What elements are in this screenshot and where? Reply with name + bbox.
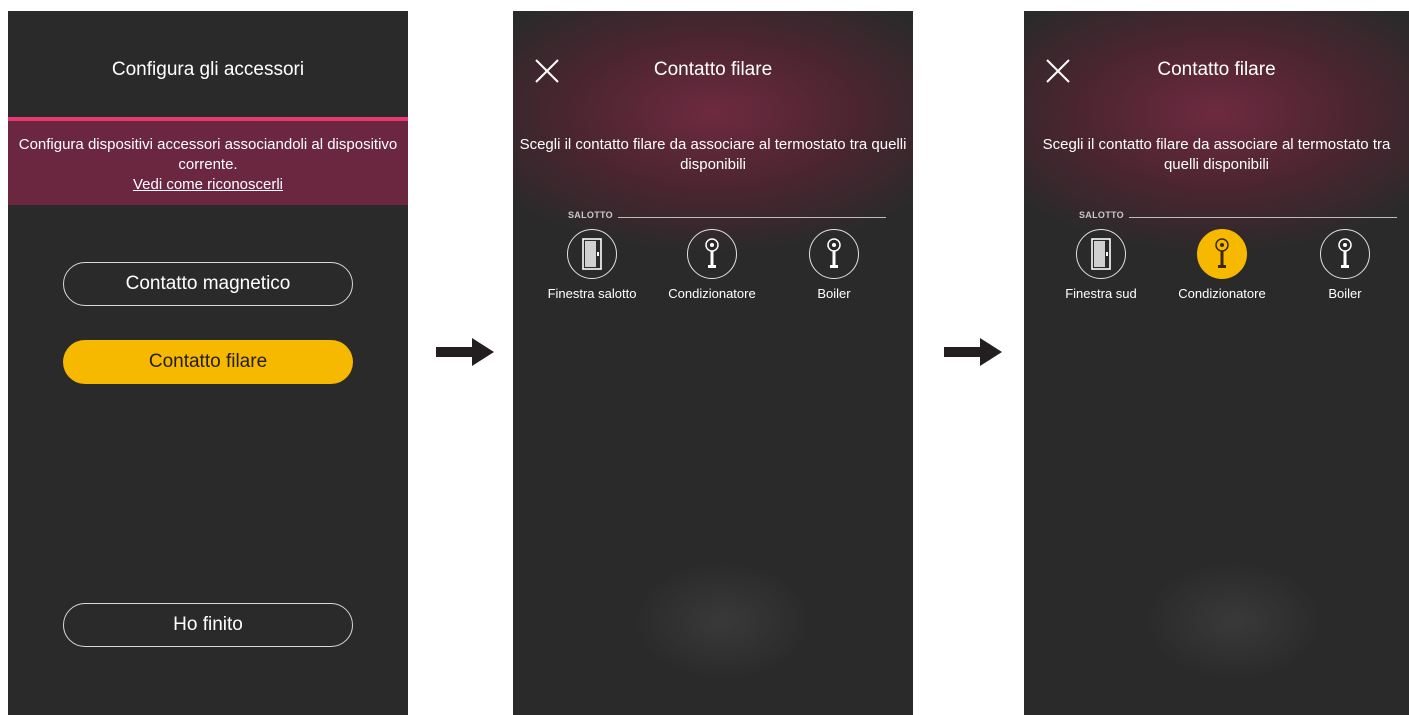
ho-finito-button[interactable]: Ho finito [63, 603, 353, 647]
device-item[interactable]: Boiler [779, 229, 889, 301]
device-circle[interactable] [567, 229, 617, 279]
device-label: Boiler [817, 286, 851, 301]
screen-contatto-filare: Contatto filare Scegli il contatto filar… [513, 11, 913, 715]
device-item[interactable]: Boiler [1290, 229, 1400, 301]
device-label: Condizionatore [1178, 286, 1266, 301]
page-title: Contatto filare [1157, 59, 1276, 80]
screen-contatto-filare-selected: Contatto filare Scegli il contatto filar… [1024, 11, 1409, 715]
wired-contact-icon [705, 238, 719, 268]
device-label: Finestra sud [1065, 286, 1137, 301]
bottom-glow [1144, 561, 1324, 681]
device-label: Condizionatore [668, 286, 756, 301]
section-header: SALOTTO [568, 210, 886, 222]
instruction-text: Scegli il contatto filare da associare a… [1042, 136, 1391, 173]
contatto-magnetico-button[interactable]: Contatto magnetico [63, 262, 353, 306]
device-circle[interactable] [687, 229, 737, 279]
screen-configura-accessori: Configura gli accessori Configura dispos… [8, 11, 408, 715]
device-label: Finestra salotto [547, 286, 637, 301]
arrow-right-icon [436, 338, 494, 366]
instruction-text: Scegli il contatto filare da associare a… [519, 136, 907, 173]
device-circle[interactable] [1320, 229, 1370, 279]
device-item[interactable]: Finestra salotto [537, 229, 647, 301]
section-divider [618, 217, 886, 218]
device-circle[interactable] [809, 229, 859, 279]
section-label: SALOTTO [1079, 210, 1124, 220]
info-banner: Configura dispositivi accessori associan… [8, 121, 408, 205]
device-item-selected[interactable]: Condizionatore [1167, 229, 1277, 301]
wired-contact-icon [1215, 238, 1229, 268]
door-icon [1091, 238, 1111, 270]
wired-contact-icon [827, 238, 841, 268]
section-label: SALOTTO [568, 210, 613, 220]
device-circle[interactable] [1076, 229, 1126, 279]
banner-text: Configura dispositivi accessori associan… [18, 136, 398, 173]
device-item[interactable]: Finestra sud [1046, 229, 1156, 301]
device-item[interactable]: Condizionatore [657, 229, 767, 301]
page-title: Contatto filare [653, 59, 773, 80]
help-link[interactable]: Vedi come riconoscerli [133, 176, 283, 193]
device-circle-selected[interactable] [1197, 229, 1247, 279]
contatto-filare-button[interactable]: Contatto filare [63, 340, 353, 384]
door-icon [582, 238, 602, 270]
wired-contact-icon [1338, 238, 1352, 268]
close-icon[interactable] [533, 57, 561, 85]
section-header: SALOTTO [1079, 210, 1397, 222]
bottom-glow [633, 561, 813, 681]
device-label: Boiler [1328, 286, 1362, 301]
arrow-right-icon [944, 338, 1002, 366]
close-icon[interactable] [1044, 57, 1072, 85]
page-title: Configura gli accessori [111, 59, 305, 80]
section-divider [1129, 217, 1397, 218]
